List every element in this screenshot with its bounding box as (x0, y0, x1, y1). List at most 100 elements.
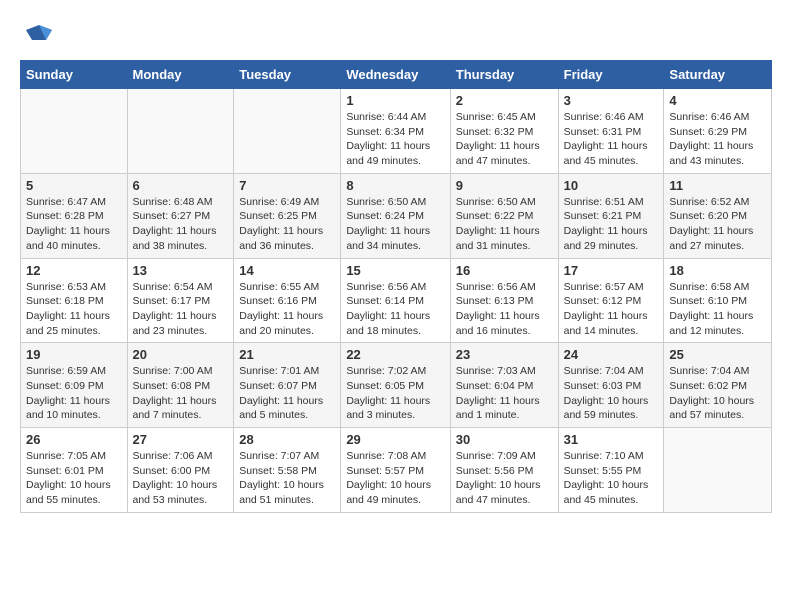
calendar-cell: 22 Sunrise: 7:02 AM Sunset: 6:05 PM Dayli… (341, 343, 450, 428)
calendar-cell: 26 Sunrise: 7:05 AM Sunset: 6:01 PM Dayli… (21, 428, 128, 513)
weekday-header-tuesday: Tuesday (234, 61, 341, 89)
logo (20, 20, 54, 50)
day-number: 22 (346, 347, 444, 362)
day-detail: Sunrise: 7:06 AM Sunset: 6:00 PM Dayligh… (133, 449, 229, 508)
weekday-header-wednesday: Wednesday (341, 61, 450, 89)
day-detail: Sunrise: 6:55 AM Sunset: 6:16 PM Dayligh… (239, 280, 335, 339)
calendar-cell: 9 Sunrise: 6:50 AM Sunset: 6:22 PM Daylig… (450, 173, 558, 258)
calendar-week-row: 26 Sunrise: 7:05 AM Sunset: 6:01 PM Dayli… (21, 428, 772, 513)
day-detail: Sunrise: 7:05 AM Sunset: 6:01 PM Dayligh… (26, 449, 122, 508)
calendar-cell: 2 Sunrise: 6:45 AM Sunset: 6:32 PM Daylig… (450, 89, 558, 174)
calendar-cell: 15 Sunrise: 6:56 AM Sunset: 6:14 PM Dayli… (341, 258, 450, 343)
day-detail: Sunrise: 7:07 AM Sunset: 5:58 PM Dayligh… (239, 449, 335, 508)
day-number: 24 (564, 347, 659, 362)
day-number: 31 (564, 432, 659, 447)
calendar-week-row: 5 Sunrise: 6:47 AM Sunset: 6:28 PM Daylig… (21, 173, 772, 258)
weekday-header-row: SundayMondayTuesdayWednesdayThursdayFrid… (21, 61, 772, 89)
calendar-cell: 13 Sunrise: 6:54 AM Sunset: 6:17 PM Dayli… (127, 258, 234, 343)
calendar-week-row: 19 Sunrise: 6:59 AM Sunset: 6:09 PM Dayli… (21, 343, 772, 428)
day-detail: Sunrise: 6:56 AM Sunset: 6:13 PM Dayligh… (456, 280, 553, 339)
logo-icon (24, 20, 54, 50)
day-number: 11 (669, 178, 766, 193)
day-detail: Sunrise: 6:50 AM Sunset: 6:22 PM Dayligh… (456, 195, 553, 254)
calendar-cell: 11 Sunrise: 6:52 AM Sunset: 6:20 PM Dayli… (664, 173, 772, 258)
calendar-table: SundayMondayTuesdayWednesdayThursdayFrid… (20, 60, 772, 513)
day-number: 7 (239, 178, 335, 193)
page-header (20, 20, 772, 50)
calendar-cell: 25 Sunrise: 7:04 AM Sunset: 6:02 PM Dayli… (664, 343, 772, 428)
day-detail: Sunrise: 6:54 AM Sunset: 6:17 PM Dayligh… (133, 280, 229, 339)
day-detail: Sunrise: 7:10 AM Sunset: 5:55 PM Dayligh… (564, 449, 659, 508)
calendar-cell: 21 Sunrise: 7:01 AM Sunset: 6:07 PM Dayli… (234, 343, 341, 428)
day-detail: Sunrise: 6:59 AM Sunset: 6:09 PM Dayligh… (26, 364, 122, 423)
calendar-cell: 23Sunrise: 7:03 AM Sunset: 6:04 PM Dayli… (450, 343, 558, 428)
calendar-cell: 5 Sunrise: 6:47 AM Sunset: 6:28 PM Daylig… (21, 173, 128, 258)
day-number: 4 (669, 93, 766, 108)
weekday-header-sunday: Sunday (21, 61, 128, 89)
day-number: 20 (133, 347, 229, 362)
day-number: 6 (133, 178, 229, 193)
weekday-header-friday: Friday (558, 61, 664, 89)
weekday-header-thursday: Thursday (450, 61, 558, 89)
day-number: 26 (26, 432, 122, 447)
day-detail: Sunrise: 6:45 AM Sunset: 6:32 PM Dayligh… (456, 110, 553, 169)
day-number: 25 (669, 347, 766, 362)
day-detail: Sunrise: 6:53 AM Sunset: 6:18 PM Dayligh… (26, 280, 122, 339)
calendar-header: SundayMondayTuesdayWednesdayThursdayFrid… (21, 61, 772, 89)
calendar-cell (21, 89, 128, 174)
day-detail: Sunrise: 6:57 AM Sunset: 6:12 PM Dayligh… (564, 280, 659, 339)
calendar-cell (664, 428, 772, 513)
day-detail: Sunrise: 6:56 AM Sunset: 6:14 PM Dayligh… (346, 280, 444, 339)
weekday-header-monday: Monday (127, 61, 234, 89)
day-detail: Sunrise: 7:04 AM Sunset: 6:03 PM Dayligh… (564, 364, 659, 423)
day-number: 12 (26, 263, 122, 278)
day-detail: Sunrise: 6:47 AM Sunset: 6:28 PM Dayligh… (26, 195, 122, 254)
day-detail: Sunrise: 6:50 AM Sunset: 6:24 PM Dayligh… (346, 195, 444, 254)
calendar-cell: 16Sunrise: 6:56 AM Sunset: 6:13 PM Dayli… (450, 258, 558, 343)
day-detail: Sunrise: 7:01 AM Sunset: 6:07 PM Dayligh… (239, 364, 335, 423)
day-number: 18 (669, 263, 766, 278)
day-detail: Sunrise: 6:49 AM Sunset: 6:25 PM Dayligh… (239, 195, 335, 254)
day-detail: Sunrise: 7:00 AM Sunset: 6:08 PM Dayligh… (133, 364, 229, 423)
day-number: 15 (346, 263, 444, 278)
day-detail: Sunrise: 6:58 AM Sunset: 6:10 PM Dayligh… (669, 280, 766, 339)
day-detail: Sunrise: 6:51 AM Sunset: 6:21 PM Dayligh… (564, 195, 659, 254)
day-number: 8 (346, 178, 444, 193)
calendar-cell: 1Sunrise: 6:44 AM Sunset: 6:34 PM Daylig… (341, 89, 450, 174)
calendar-cell (127, 89, 234, 174)
day-detail: Sunrise: 6:52 AM Sunset: 6:20 PM Dayligh… (669, 195, 766, 254)
day-number: 30 (456, 432, 553, 447)
calendar-cell: 3 Sunrise: 6:46 AM Sunset: 6:31 PM Daylig… (558, 89, 664, 174)
calendar-cell: 27 Sunrise: 7:06 AM Sunset: 6:00 PM Dayli… (127, 428, 234, 513)
calendar-cell: 6Sunrise: 6:48 AM Sunset: 6:27 PM Daylig… (127, 173, 234, 258)
calendar-cell: 19 Sunrise: 6:59 AM Sunset: 6:09 PM Dayli… (21, 343, 128, 428)
calendar-cell: 24 Sunrise: 7:04 AM Sunset: 6:03 PM Dayli… (558, 343, 664, 428)
calendar-week-row: 12 Sunrise: 6:53 AM Sunset: 6:18 PM Dayli… (21, 258, 772, 343)
calendar-cell: 28 Sunrise: 7:07 AM Sunset: 5:58 PM Dayli… (234, 428, 341, 513)
day-number: 28 (239, 432, 335, 447)
day-number: 2 (456, 93, 553, 108)
day-detail: Sunrise: 6:44 AM Sunset: 6:34 PM Dayligh… (346, 110, 444, 169)
calendar-cell: 30Sunrise: 7:09 AM Sunset: 5:56 PM Dayli… (450, 428, 558, 513)
day-number: 23 (456, 347, 553, 362)
calendar-cell: 7 Sunrise: 6:49 AM Sunset: 6:25 PM Daylig… (234, 173, 341, 258)
day-number: 10 (564, 178, 659, 193)
calendar-cell: 17Sunrise: 6:57 AM Sunset: 6:12 PM Dayli… (558, 258, 664, 343)
weekday-header-saturday: Saturday (664, 61, 772, 89)
calendar-cell: 4Sunrise: 6:46 AM Sunset: 6:29 PM Daylig… (664, 89, 772, 174)
day-number: 19 (26, 347, 122, 362)
day-number: 5 (26, 178, 122, 193)
calendar-cell (234, 89, 341, 174)
calendar-cell: 12 Sunrise: 6:53 AM Sunset: 6:18 PM Dayli… (21, 258, 128, 343)
day-detail: Sunrise: 7:04 AM Sunset: 6:02 PM Dayligh… (669, 364, 766, 423)
day-detail: Sunrise: 7:02 AM Sunset: 6:05 PM Dayligh… (346, 364, 444, 423)
calendar-cell: 8 Sunrise: 6:50 AM Sunset: 6:24 PM Daylig… (341, 173, 450, 258)
calendar-cell: 10 Sunrise: 6:51 AM Sunset: 6:21 PM Dayli… (558, 173, 664, 258)
calendar-week-row: 1Sunrise: 6:44 AM Sunset: 6:34 PM Daylig… (21, 89, 772, 174)
day-number: 3 (564, 93, 659, 108)
day-detail: Sunrise: 6:46 AM Sunset: 6:31 PM Dayligh… (564, 110, 659, 169)
day-number: 9 (456, 178, 553, 193)
day-number: 13 (133, 263, 229, 278)
day-number: 27 (133, 432, 229, 447)
day-number: 21 (239, 347, 335, 362)
